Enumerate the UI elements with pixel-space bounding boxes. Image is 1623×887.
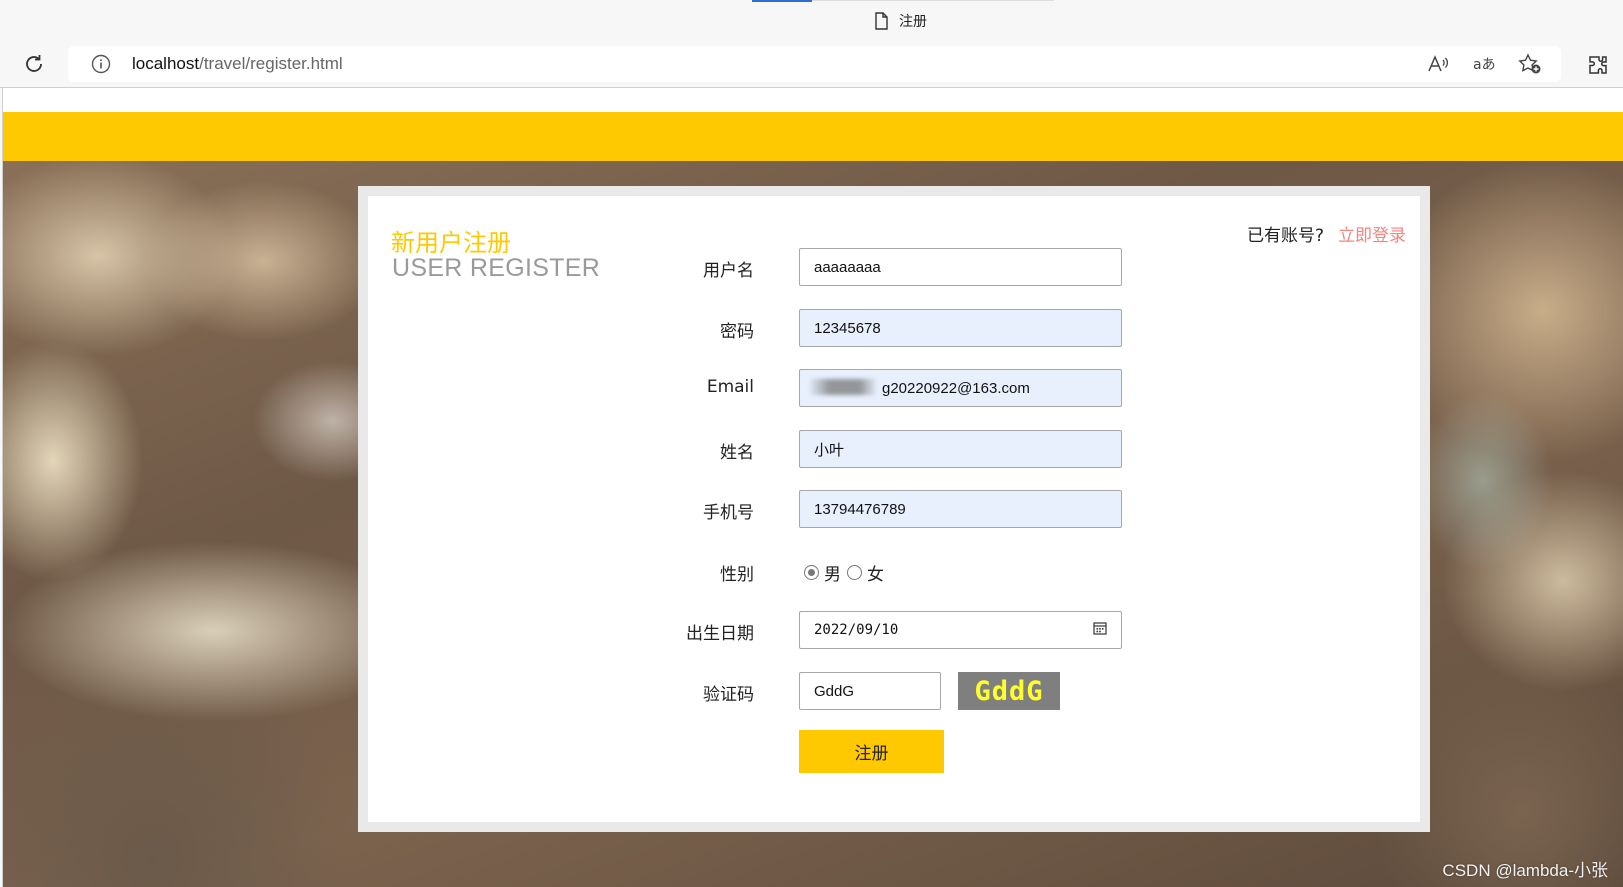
phone-label: 手机号 <box>703 503 754 523</box>
login-hint-text: 已有账号? <box>1246 226 1324 246</box>
gender-female-radio[interactable] <box>847 565 862 580</box>
redaction-blur <box>810 379 876 395</box>
email-value: g20220922@163.com <box>882 379 1030 397</box>
password-label: 密码 <box>720 322 754 342</box>
username-label: 用户名 <box>703 261 754 281</box>
register-title-zh: 新用户注册 <box>391 229 511 257</box>
register-title-en: USER REGISTER <box>392 254 601 282</box>
captcha-image[interactable]: GddG <box>958 672 1060 710</box>
extensions-icon[interactable] <box>1585 52 1611 78</box>
watermark: CSDN @lambda-小张 <box>1442 861 1608 880</box>
browser-toolbar: localhost/travel/register.html aあ <box>0 42 1623 86</box>
translate-icon[interactable]: aあ <box>1471 52 1497 76</box>
page-viewport: CSDN @lambda-小张 新用户注册 USER REGISTER 已有账号… <box>2 88 1623 887</box>
tab-title: 注册 <box>899 14 927 30</box>
gender-female-label: 女 <box>867 565 884 585</box>
gender-group: 男 女 <box>804 560 890 585</box>
birthday-value: 2022/09/10 <box>814 622 899 638</box>
login-hint: 已有账号? 立即登录 <box>1247 221 1406 246</box>
tab-bar: 注册 <box>0 0 1623 42</box>
password-input[interactable] <box>799 309 1122 347</box>
address-bar[interactable]: localhost/travel/register.html aあ <box>68 46 1561 82</box>
phone-input[interactable] <box>799 490 1122 528</box>
active-tab-indicator <box>752 0 812 2</box>
add-favorite-icon[interactable] <box>1517 52 1543 76</box>
birthday-label: 出生日期 <box>686 624 754 644</box>
gender-male-radio[interactable] <box>804 565 819 580</box>
gender-label: 性别 <box>720 565 754 585</box>
url-path: /travel/register.html <box>199 54 343 73</box>
site-info-icon[interactable] <box>90 53 112 75</box>
birthday-input[interactable]: 2022/09/10 <box>799 611 1122 649</box>
active-tab[interactable]: 注册 <box>874 10 927 32</box>
svg-text:aあ: aあ <box>1473 57 1496 73</box>
email-input[interactable]: g20220922@163.com <box>799 369 1122 407</box>
page-icon <box>874 12 889 30</box>
tab-separator <box>812 0 1054 1</box>
register-button[interactable]: 注册 <box>799 730 944 773</box>
url-text[interactable]: localhost/travel/register.html <box>132 54 343 74</box>
captcha-input[interactable] <box>799 672 941 710</box>
login-link[interactable]: 立即登录 <box>1338 221 1406 246</box>
gender-male-label: 男 <box>824 565 841 585</box>
calendar-icon[interactable] <box>1093 621 1107 639</box>
captcha-label: 验证码 <box>703 685 754 705</box>
register-card: 新用户注册 USER REGISTER 已有账号? 立即登录 用户名 密码 Em… <box>368 196 1420 822</box>
email-label: Email <box>706 377 754 397</box>
reload-icon[interactable] <box>20 50 48 78</box>
url-host: localhost <box>132 54 200 73</box>
name-label: 姓名 <box>720 443 754 463</box>
read-aloud-icon[interactable] <box>1425 52 1451 76</box>
username-input[interactable] <box>799 248 1122 286</box>
name-input[interactable] <box>799 430 1122 468</box>
register-card-frame: 新用户注册 USER REGISTER 已有账号? 立即登录 用户名 密码 Em… <box>358 186 1430 832</box>
site-header <box>3 112 1623 161</box>
